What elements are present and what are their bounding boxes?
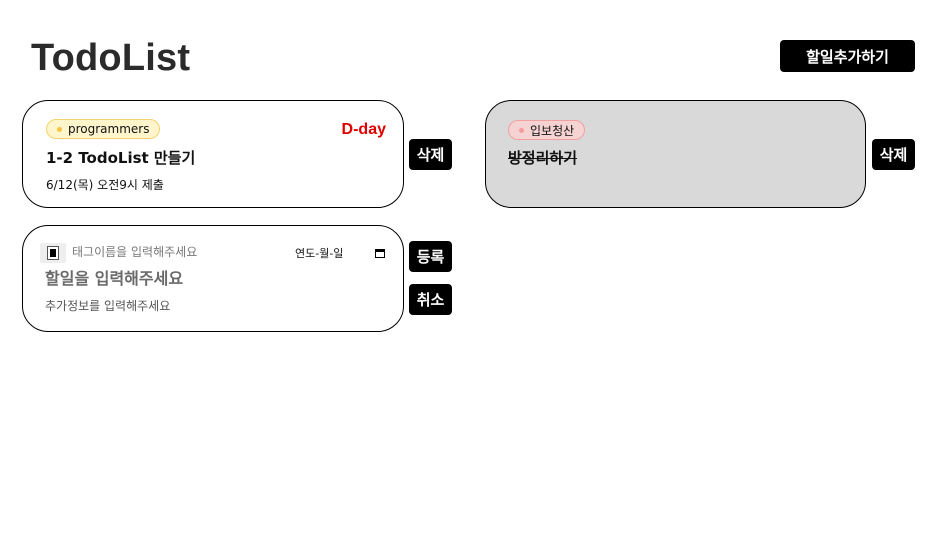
date-placeholder: 연도-월-일 — [295, 247, 344, 260]
tag-color-picker[interactable] — [40, 243, 66, 263]
tag-label: programmers — [68, 122, 150, 136]
todo-title-input[interactable] — [45, 269, 295, 288]
dday-badge: D-day — [341, 121, 386, 138]
tag-dot-icon — [519, 127, 524, 133]
calendar-icon[interactable] — [375, 248, 385, 258]
color-swatch-icon — [47, 246, 59, 260]
cancel-button[interactable]: 취소 — [409, 284, 452, 315]
todo-title: 1-2 TodoList 만들기 — [46, 149, 196, 167]
register-button[interactable]: 등록 — [409, 241, 452, 272]
todo-info-input[interactable] — [45, 299, 295, 313]
todo-tag: programmers — [46, 119, 161, 139]
todo-card[interactable]: programmers D-day 1-2 TodoList 만들기 6/12(… — [22, 100, 404, 208]
page-title: TodoList — [31, 37, 191, 79]
tag-dot-icon — [57, 126, 62, 132]
todo-info: 6/12(목) 오전9시 제출 — [46, 178, 164, 192]
delete-button[interactable]: 삭제 — [409, 139, 452, 170]
new-todo-form: 연도-월-일 — [22, 225, 404, 332]
delete-button[interactable]: 삭제 — [872, 139, 915, 170]
date-input[interactable]: 연도-월-일 — [295, 245, 385, 261]
add-todo-button[interactable]: 할일추가하기 — [780, 40, 915, 72]
todo-title: 방정리하기 — [508, 149, 578, 167]
todo-tag: 입보청산 — [508, 120, 586, 140]
tag-label: 입보청산 — [530, 123, 575, 138]
todo-card-completed[interactable]: 입보청산 방정리하기 — [485, 100, 866, 208]
tag-name-input[interactable] — [72, 245, 232, 259]
